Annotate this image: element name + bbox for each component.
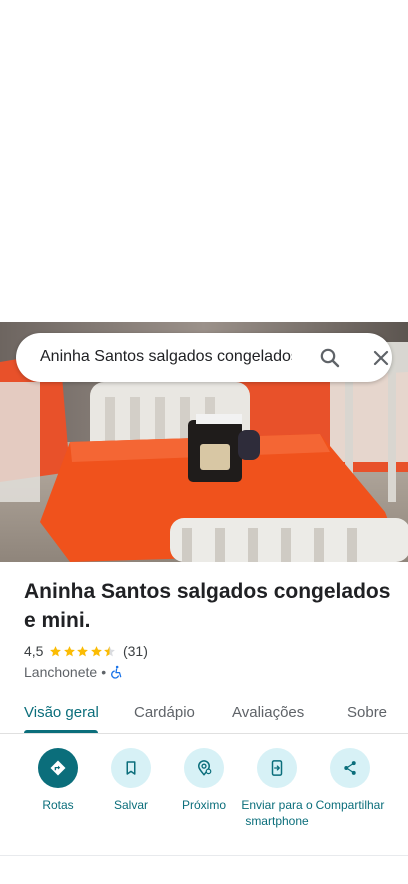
rating-stars <box>49 645 117 658</box>
nearby-button[interactable]: Próximo <box>164 748 244 813</box>
search-input[interactable]: Aninha Santos salgados congelados <box>40 348 292 366</box>
tab-cardapio[interactable]: Cardápio <box>134 704 195 721</box>
directions-label: Rotas <box>42 798 74 812</box>
tab-sobre[interactable]: Sobre <box>347 704 387 721</box>
category-separator: • <box>101 664 107 680</box>
send-to-phone-button[interactable]: Enviar para o smartphone <box>237 748 317 829</box>
star-full-icon <box>49 645 62 658</box>
nearby-icon[interactable] <box>184 748 224 788</box>
save-button[interactable]: Salvar <box>91 748 171 813</box>
place-title: Aninha Santos salgados congelados e mini… <box>24 580 391 632</box>
star-half-icon <box>103 645 116 658</box>
star-full-icon <box>76 645 89 658</box>
search-bar[interactable]: Aninha Santos salgados congelados <box>16 333 392 382</box>
tab-avaliacoes[interactable]: Avaliações <box>232 704 304 721</box>
share-label: Compartilhar <box>315 798 385 812</box>
close-icon[interactable] <box>369 346 393 370</box>
share-button[interactable]: Compartilhar <box>310 748 390 813</box>
active-tab-indicator <box>24 730 98 733</box>
save-label: Salvar <box>113 798 148 812</box>
wheelchair-accessible-icon <box>109 665 123 679</box>
place-tabs: Visão geral Cardápio Avaliações Sobre <box>0 696 408 734</box>
review-count[interactable]: (31) <box>123 643 148 659</box>
bookmark-icon[interactable] <box>111 748 151 788</box>
category-row: Lanchonete • <box>24 663 123 681</box>
action-buttons: Rotas Salvar Próximo Enviar para o smart… <box>0 748 408 848</box>
map-blank-area <box>0 0 408 322</box>
search-icon[interactable] <box>318 346 342 370</box>
star-full-icon <box>90 645 103 658</box>
place-category: Lanchonete <box>24 664 98 680</box>
star-full-icon <box>63 645 76 658</box>
send-to-phone-label: Enviar para o smartphone <box>241 798 313 828</box>
section-divider <box>0 855 408 856</box>
tab-visao-geral[interactable]: Visão geral <box>24 704 99 721</box>
directions-button[interactable]: Rotas <box>18 748 98 813</box>
send-to-phone-icon[interactable] <box>257 748 297 788</box>
rating-row[interactable]: 4,5 (31) <box>24 642 148 660</box>
rating-value: 4,5 <box>24 643 44 659</box>
nearby-label: Próximo <box>181 798 226 812</box>
share-icon[interactable] <box>330 748 370 788</box>
directions-icon[interactable] <box>38 748 78 788</box>
